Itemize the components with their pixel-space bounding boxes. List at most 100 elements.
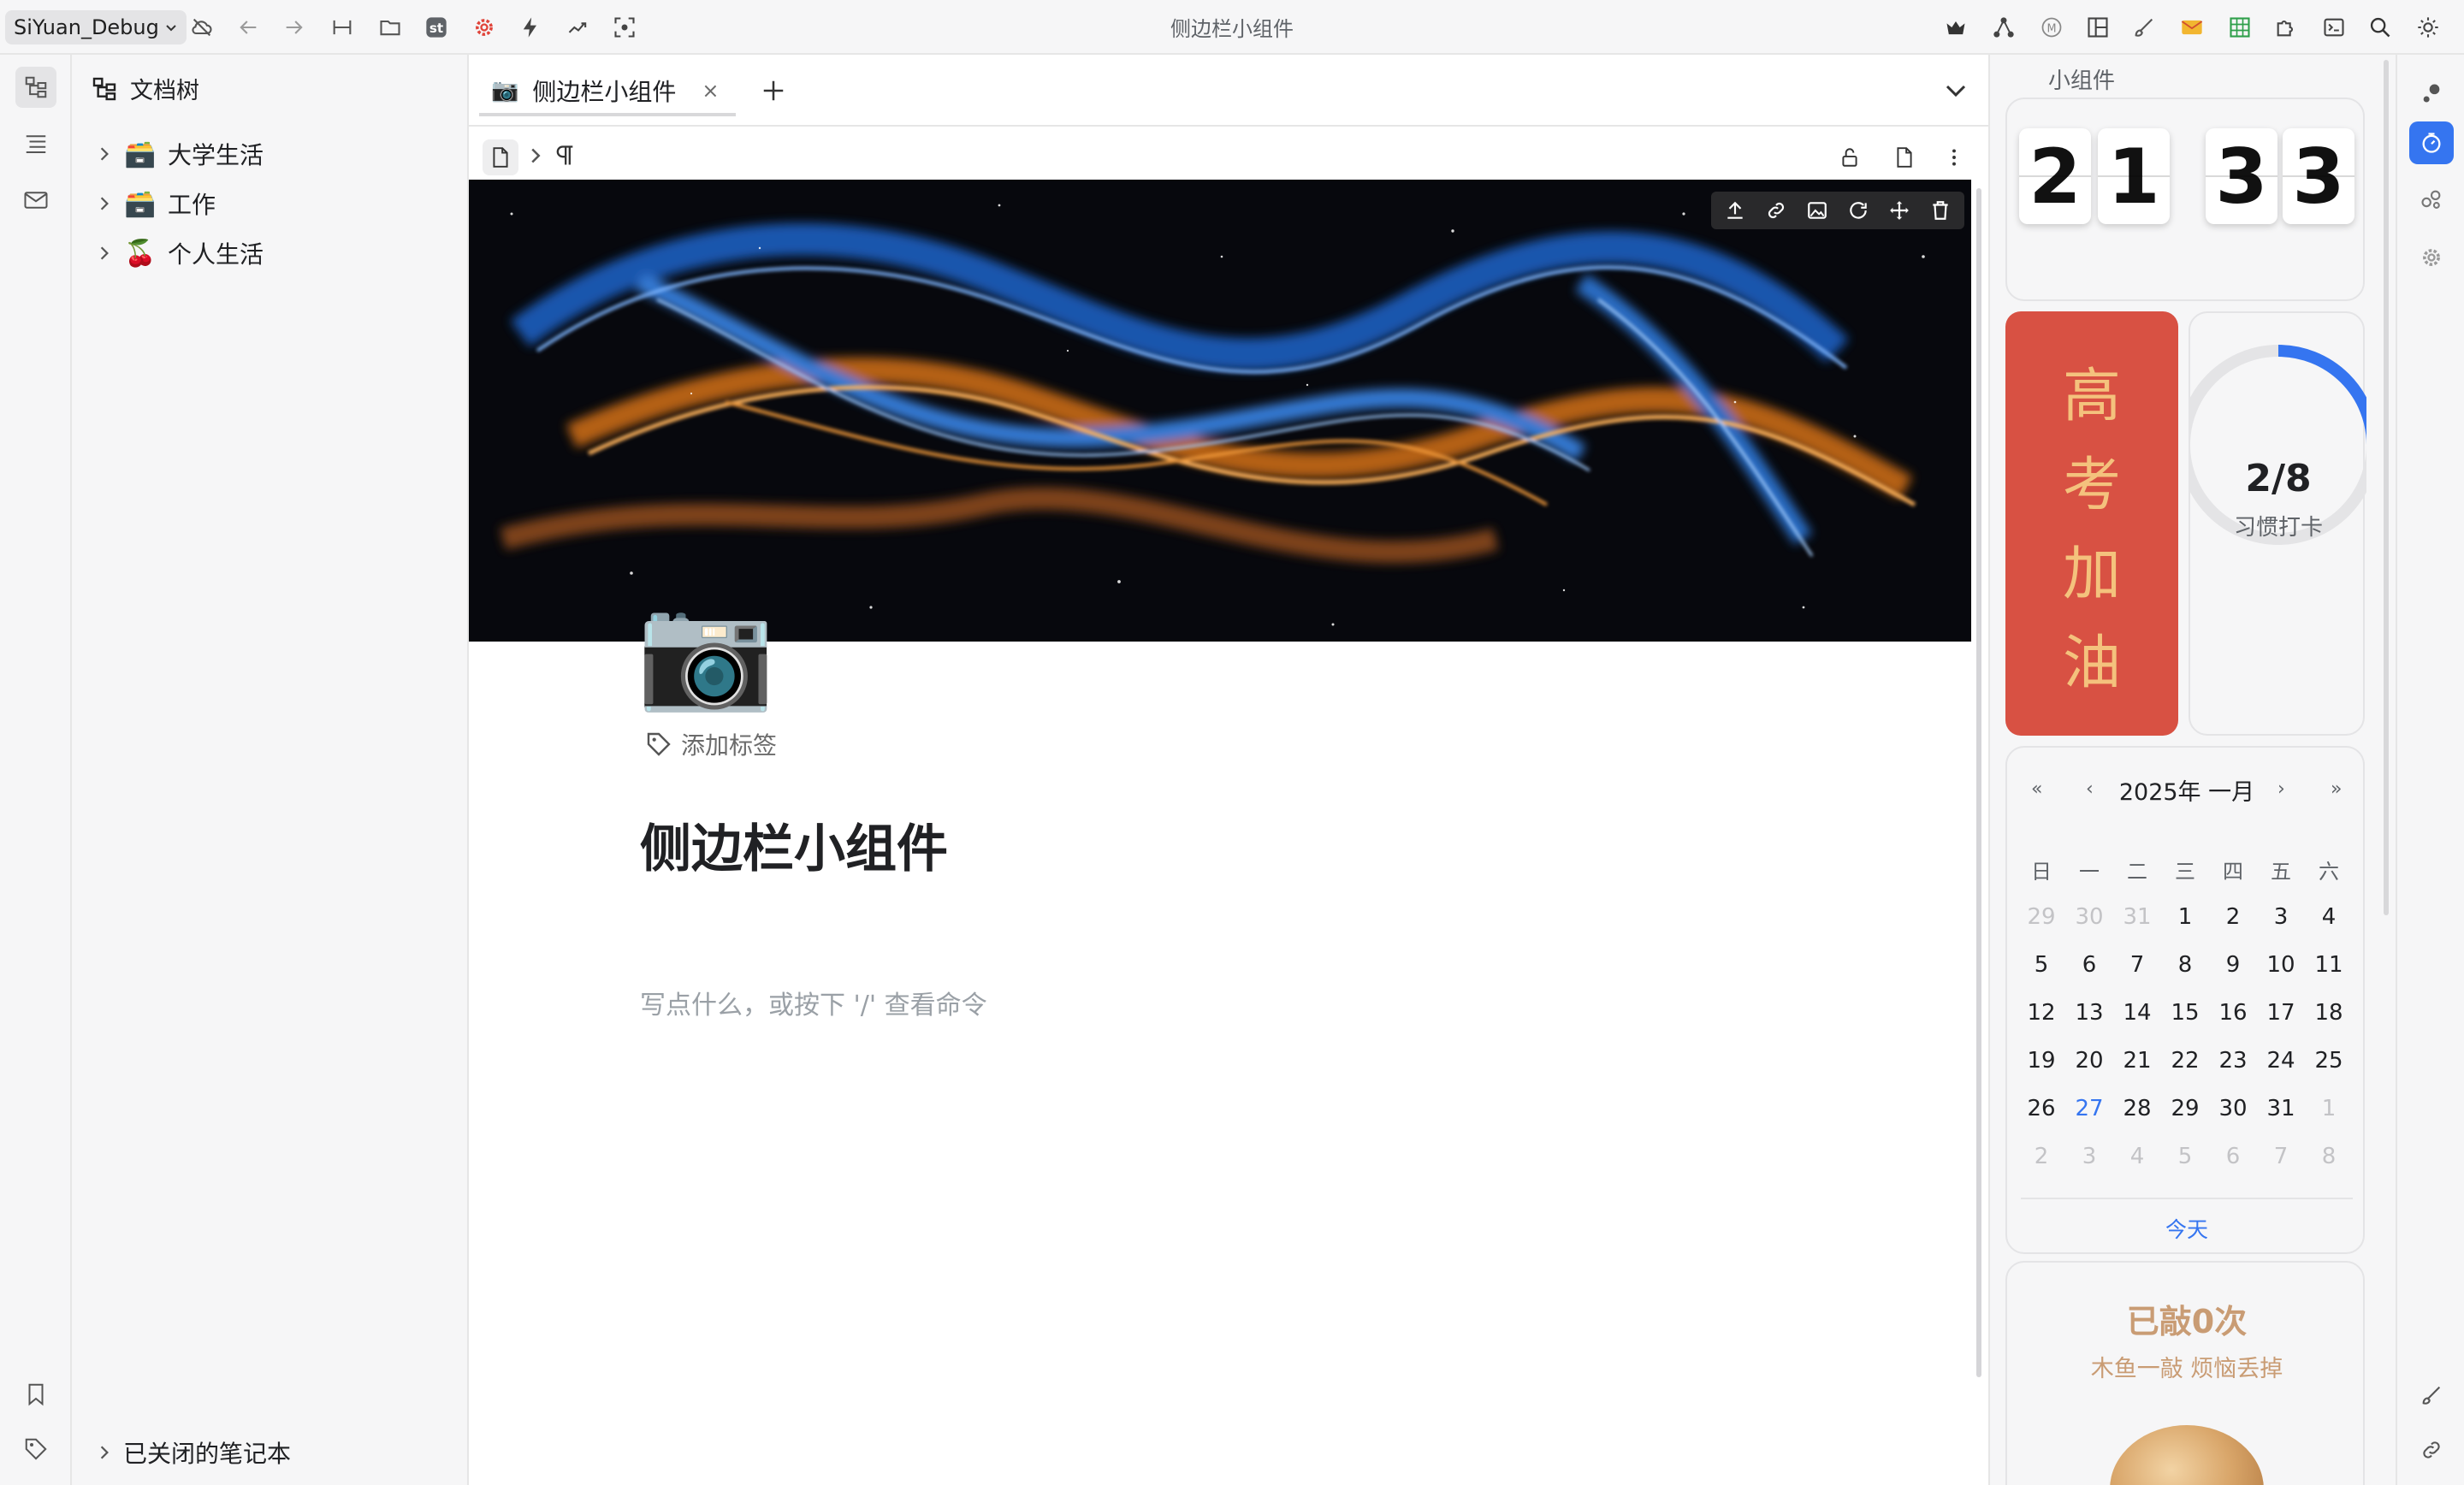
- calendar-day[interactable]: 31: [2257, 1085, 2305, 1133]
- calendar-day[interactable]: 9: [2209, 941, 2257, 989]
- layout-icon[interactable]: [2084, 14, 2112, 41]
- terminal-icon[interactable]: [2320, 14, 2348, 41]
- calendar-today-button[interactable]: 今天: [2007, 1213, 2366, 1244]
- chevron-right-icon[interactable]: [96, 1444, 113, 1461]
- calendar-day[interactable]: 16: [2209, 989, 2257, 1037]
- calendar-day[interactable]: 30: [2209, 1085, 2257, 1133]
- m-icon[interactable]: M: [2038, 14, 2065, 41]
- wooden-fish-icon[interactable]: [2110, 1425, 2264, 1485]
- calendar-day[interactable]: 5: [2017, 941, 2065, 989]
- link-icon[interactable]: [1757, 193, 1795, 228]
- close-icon[interactable]: ×: [702, 79, 719, 103]
- habit-card[interactable]: 2/8 习惯打卡: [2189, 311, 2366, 736]
- calendar-day[interactable]: 8: [2305, 1133, 2353, 1180]
- inbox-dock-icon[interactable]: [15, 180, 56, 221]
- trend-icon[interactable]: [565, 14, 592, 41]
- focus-icon[interactable]: [611, 14, 638, 41]
- brush-icon[interactable]: [2130, 14, 2158, 41]
- calendar-day[interactable]: 13: [2065, 989, 2113, 1037]
- add-tag-button[interactable]: 添加标签: [645, 727, 777, 761]
- gear-icon[interactable]: [2409, 236, 2454, 279]
- document-info-icon[interactable]: [1889, 140, 1920, 175]
- link-dock-icon[interactable]: [2409, 1429, 2454, 1471]
- graph-dock-icon[interactable]: [2409, 72, 2454, 115]
- st-plugin-icon[interactable]: st: [423, 14, 450, 41]
- notebook-item[interactable]: 🗃️ 工作: [96, 183, 216, 224]
- document-title[interactable]: 侧边栏小组件: [640, 808, 948, 882]
- backlinks-dock-icon[interactable]: [2409, 178, 2454, 221]
- calendar-day[interactable]: 20: [2065, 1037, 2113, 1085]
- notebook-item[interactable]: 🗃️ 大学生活: [96, 133, 264, 175]
- calendar-day[interactable]: 4: [2113, 1133, 2161, 1180]
- editor-scrollbar[interactable]: [1976, 188, 1981, 1377]
- widgets-dock-icon[interactable]: [2409, 121, 2454, 164]
- chevron-right-icon[interactable]: [96, 245, 113, 262]
- chevron-right-icon[interactable]: [96, 145, 113, 163]
- filetree-dock-icon[interactable]: [15, 67, 56, 108]
- trash-icon[interactable]: [1922, 193, 1959, 228]
- grid-icon[interactable]: [2226, 14, 2254, 41]
- unlock-icon[interactable]: [1834, 140, 1865, 175]
- calendar-day[interactable]: 28: [2113, 1085, 2161, 1133]
- folder-icon[interactable]: [376, 14, 404, 41]
- calendar-day[interactable]: 3: [2065, 1133, 2113, 1180]
- cloud-sync-icon[interactable]: [188, 14, 216, 41]
- calendar-day[interactable]: 24: [2257, 1037, 2305, 1085]
- outline-dock-icon[interactable]: [15, 123, 56, 164]
- calendar-day[interactable]: 29: [2017, 893, 2065, 941]
- upload-icon[interactable]: [1716, 193, 1754, 228]
- calendar-day[interactable]: 26: [2017, 1085, 2065, 1133]
- calendar-day-today[interactable]: 27: [2065, 1085, 2113, 1133]
- calendar-day[interactable]: 11: [2305, 941, 2353, 989]
- workspace-switcher[interactable]: SiYuan_Debug: [5, 10, 187, 44]
- calendar-day[interactable]: 7: [2257, 1133, 2305, 1180]
- calendar-day[interactable]: 18: [2305, 989, 2353, 1037]
- calendar-day[interactable]: 10: [2257, 941, 2305, 989]
- brush-dock-icon[interactable]: [2409, 1374, 2454, 1417]
- closed-notebooks[interactable]: 已关闭的笔记本: [96, 1435, 291, 1470]
- image-icon[interactable]: [1798, 193, 1836, 228]
- crown-icon[interactable]: [1942, 14, 1969, 41]
- calendar-day[interactable]: 14: [2113, 989, 2161, 1037]
- calendar-day[interactable]: 30: [2065, 893, 2113, 941]
- calendar-day[interactable]: 31: [2113, 893, 2161, 941]
- calendar-day[interactable]: 5: [2161, 1133, 2209, 1180]
- puzzle-icon[interactable]: [2272, 14, 2300, 41]
- calendar-next-year[interactable]: »: [2331, 778, 2342, 800]
- document-emoji-icon[interactable]: 📷: [637, 595, 775, 707]
- refresh-icon[interactable]: [1839, 193, 1877, 228]
- document-icon[interactable]: [483, 139, 518, 175]
- calendar-day[interactable]: 22: [2161, 1037, 2209, 1085]
- calendar-day[interactable]: 17: [2257, 989, 2305, 1037]
- calendar-day[interactable]: 7: [2113, 941, 2161, 989]
- move-icon[interactable]: [1881, 193, 1918, 228]
- search-icon[interactable]: [2366, 14, 2394, 41]
- calendar-day[interactable]: 1: [2305, 1085, 2353, 1133]
- calendar-day[interactable]: 6: [2065, 941, 2113, 989]
- calendar-day[interactable]: 2: [2017, 1133, 2065, 1180]
- chevron-right-icon[interactable]: [96, 195, 113, 212]
- calendar-day[interactable]: 6: [2209, 1133, 2257, 1180]
- more-vertical-icon[interactable]: [1939, 140, 1969, 175]
- back-icon[interactable]: [234, 14, 262, 41]
- envelope-icon[interactable]: [2178, 14, 2206, 41]
- calendar-day[interactable]: 19: [2017, 1037, 2065, 1085]
- settings-plugin-icon[interactable]: [471, 14, 498, 41]
- forward-icon[interactable]: [281, 14, 308, 41]
- notebook-item[interactable]: 🍒 个人生活: [96, 233, 264, 274]
- calendar-day[interactable]: 8: [2161, 941, 2209, 989]
- lightning-icon[interactable]: [517, 14, 544, 41]
- paragraph-icon[interactable]: [553, 144, 577, 171]
- split-icon[interactable]: [329, 14, 356, 41]
- calendar-next-month[interactable]: ›: [2277, 778, 2285, 800]
- tag-dock-icon[interactable]: [15, 1429, 56, 1470]
- calendar-day[interactable]: 12: [2017, 989, 2065, 1037]
- calendar-day[interactable]: 21: [2113, 1037, 2161, 1085]
- calendar-day[interactable]: 25: [2305, 1037, 2353, 1085]
- graph-icon[interactable]: [1990, 14, 2017, 41]
- widgets-scrollbar[interactable]: [2384, 60, 2389, 915]
- theme-icon[interactable]: [2414, 14, 2442, 41]
- calendar-day[interactable]: 3: [2257, 893, 2305, 941]
- calendar-day[interactable]: 1: [2161, 893, 2209, 941]
- calendar-day[interactable]: 15: [2161, 989, 2209, 1037]
